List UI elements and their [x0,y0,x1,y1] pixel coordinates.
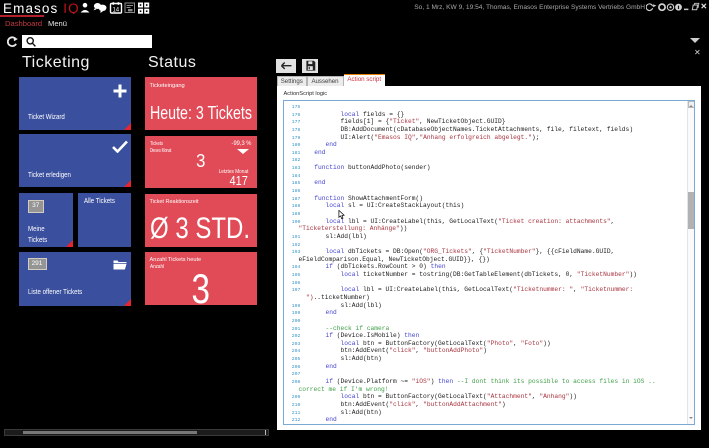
svg-text:14: 14 [112,7,119,13]
